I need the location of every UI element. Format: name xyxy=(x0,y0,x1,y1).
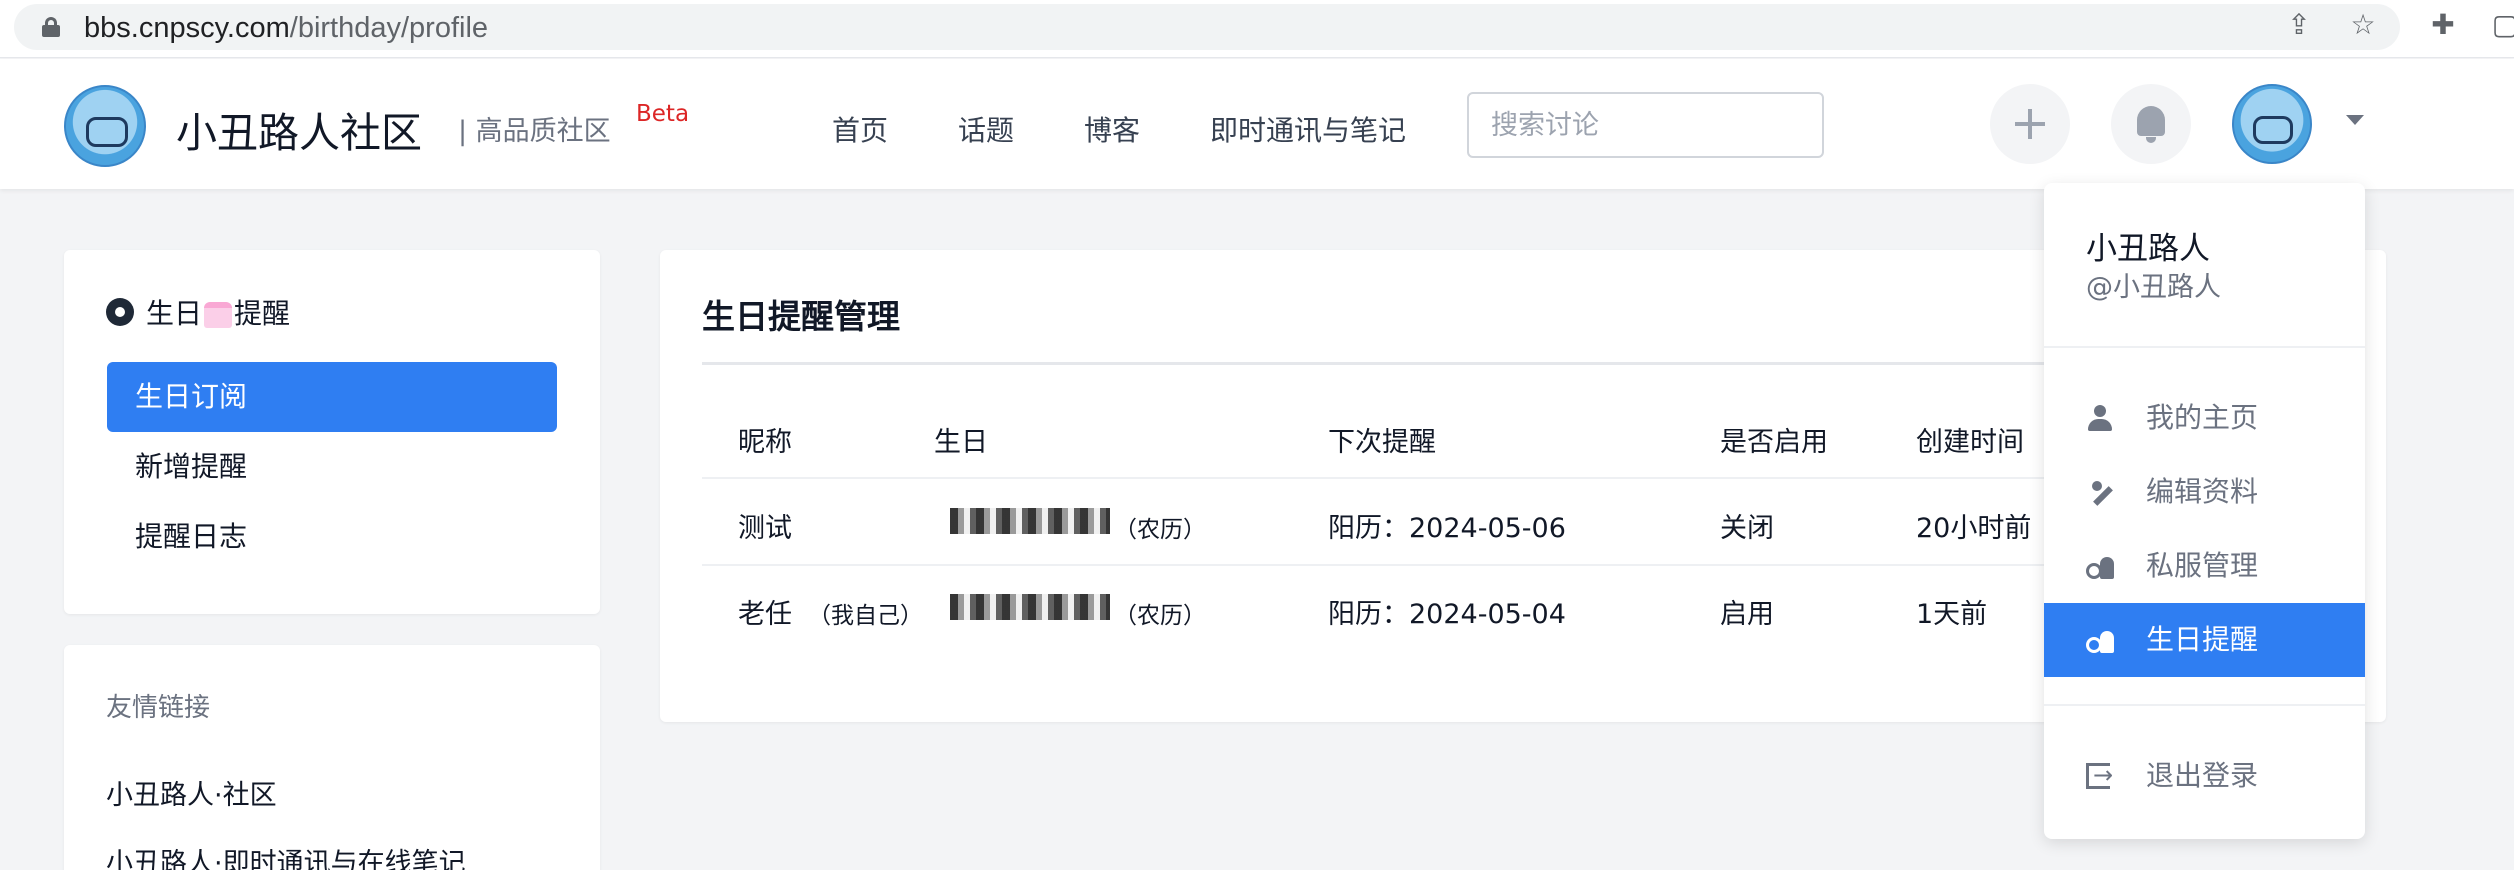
cell-nickname: 测试 xyxy=(738,513,792,544)
nav-home[interactable]: 首页 xyxy=(832,109,888,149)
dropdown-item-label: 生日提醒 xyxy=(2146,623,2259,656)
redacted-birthday xyxy=(950,508,1110,534)
dropdown-divider xyxy=(2044,704,2365,706)
user-dropdown-menu: 小丑路人 @小丑路人 我的主页 编辑资料 私服管理 生日提醒 退出登录 xyxy=(2044,183,2365,839)
search-input[interactable] xyxy=(1467,92,1824,158)
dropdown-item-private-server[interactable]: 私服管理 xyxy=(2044,529,2365,603)
beta-badge: Beta xyxy=(636,101,690,127)
nav-topics[interactable]: 话题 xyxy=(958,109,1014,149)
share-icon[interactable]: ⇪ xyxy=(2282,8,2316,42)
cell-next-reminder: 阳历：2024-05-06 xyxy=(1328,513,1566,544)
notifications-button[interactable] xyxy=(2111,84,2191,164)
logout-button[interactable]: 退出登录 xyxy=(2044,739,2365,813)
plus-icon xyxy=(2015,109,2045,139)
sidebar-title: 生日 提醒 xyxy=(106,292,290,332)
sidebar-item-reminder-log[interactable]: 提醒日志 xyxy=(107,502,557,572)
logout-label: 退出登录 xyxy=(2146,759,2259,792)
column-header: 下次提醒 xyxy=(1328,427,1436,458)
cell-nickname-note: （我自己） xyxy=(808,603,923,629)
sidebar-item-add-reminder[interactable]: 新增提醒 xyxy=(107,432,557,502)
user-key-icon xyxy=(2086,553,2114,579)
star-icon[interactable]: ☆ xyxy=(2346,8,2380,42)
friend-links-title: 友情链接 xyxy=(106,693,211,723)
browser-toolbar: bbs.cnpscy.com/birthday/profile ⇪ ☆ ✚ ▢ xyxy=(0,0,2514,58)
user-icon xyxy=(2086,405,2114,431)
site-title[interactable]: 小丑路人社区 xyxy=(176,99,422,159)
friend-links-card: 友情链接 小丑路人·社区 小丑路人·即时通讯与在线笔记 xyxy=(64,645,600,870)
dropdown-item-birthday-reminder[interactable]: 生日提醒 xyxy=(2044,603,2365,677)
gear-icon xyxy=(106,298,134,326)
bell-icon xyxy=(2137,106,2165,143)
cell-nickname: 老任 xyxy=(738,599,792,630)
nav-im-notes[interactable]: 即时通讯与笔记 xyxy=(1210,109,1406,149)
redacted-birthday xyxy=(950,594,1110,620)
site-subtitle: | 高品质社区 xyxy=(458,116,611,147)
nav-blog[interactable]: 博客 xyxy=(1084,109,1140,149)
url-text[interactable]: bbs.cnpscy.com/birthday/profile xyxy=(84,12,488,45)
cell-created: 1天前 xyxy=(1916,599,1988,630)
column-header: 昵称 xyxy=(738,427,792,458)
dropdown-item-label: 我的主页 xyxy=(2146,401,2259,434)
address-bar[interactable]: bbs.cnpscy.com/birthday/profile xyxy=(14,4,2400,50)
cell-created: 20小时前 xyxy=(1916,513,2032,544)
create-button[interactable] xyxy=(1990,84,2070,164)
dropdown-handle: @小丑路人 xyxy=(2086,272,2221,303)
dropdown-item-my-home[interactable]: 我的主页 xyxy=(2044,381,2365,455)
lock-icon[interactable] xyxy=(42,17,60,37)
sidebar-item-birthday-subscription[interactable]: 生日订阅 xyxy=(107,362,557,432)
dropdown-divider xyxy=(2044,346,2365,348)
sidebar-title-suffix: 提醒 xyxy=(234,297,291,330)
column-header: 创建时间 xyxy=(1916,427,2024,458)
user-key-icon xyxy=(2086,627,2114,653)
page-title: 生日提醒管理 xyxy=(702,297,900,336)
column-header: 生日 xyxy=(934,427,988,458)
sidebar-title-prefix: 生日 xyxy=(146,297,203,330)
friend-link[interactable]: 小丑路人·即时通讯与在线笔记 xyxy=(106,841,466,870)
logout-icon xyxy=(2086,760,2113,790)
extensions-icon[interactable]: ✚ xyxy=(2426,8,2460,42)
site-logo[interactable] xyxy=(64,85,146,167)
dropdown-username: 小丑路人 xyxy=(2086,231,2210,267)
url-host: bbs.cnpscy.com xyxy=(84,12,290,44)
cell-calendar-type: （农历） xyxy=(1114,517,1206,543)
cell-enabled: 关闭 xyxy=(1720,513,1774,544)
cell-enabled: 启用 xyxy=(1720,599,1774,630)
cell-calendar-type: （农历） xyxy=(1114,603,1206,629)
url-path: /birthday/profile xyxy=(289,12,489,44)
dropdown-item-label: 私服管理 xyxy=(2146,549,2259,582)
user-avatar[interactable] xyxy=(2232,84,2312,164)
cake-icon xyxy=(204,302,233,328)
dropdown-item-label: 编辑资料 xyxy=(2146,475,2259,508)
cell-next-reminder: 阳历：2024-05-04 xyxy=(1328,599,1566,630)
column-header: 是否启用 xyxy=(1720,427,1828,458)
dropdown-item-edit-profile[interactable]: 编辑资料 xyxy=(2044,455,2365,529)
sidebar-card: 生日 提醒 生日订阅 新增提醒 提醒日志 xyxy=(64,250,600,614)
friend-link[interactable]: 小丑路人·社区 xyxy=(106,773,277,812)
window-icon[interactable]: ▢ xyxy=(2488,8,2514,42)
chevron-down-icon[interactable] xyxy=(2346,115,2364,125)
edit-user-icon xyxy=(2086,479,2114,505)
site-header: 小丑路人社区 | 高品质社区 Beta 首页 话题 博客 即时通讯与笔记 xyxy=(0,59,2514,189)
